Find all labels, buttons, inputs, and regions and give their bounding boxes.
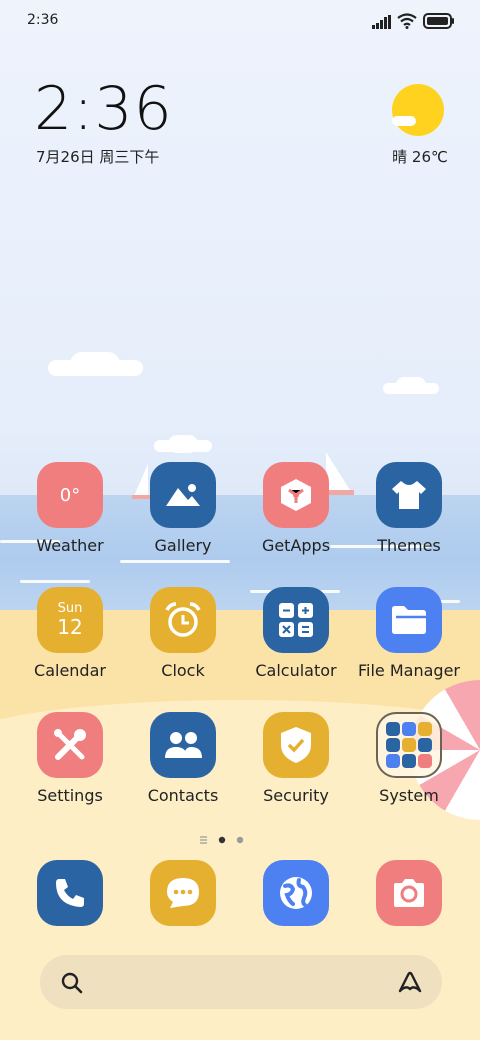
- cloud-icon: [392, 116, 416, 126]
- weather-text: 晴 26℃: [392, 148, 448, 166]
- app-label: Clock: [161, 661, 205, 680]
- folder-icon: [376, 587, 442, 653]
- status-bar: 2:36: [0, 0, 480, 42]
- browser-icon: [263, 860, 329, 926]
- search-bar[interactable]: [40, 955, 442, 1009]
- app-label: File Manager: [358, 661, 460, 680]
- wifi-icon: [397, 13, 417, 29]
- app-label: GetApps: [261, 536, 331, 555]
- calculator-icon: [263, 587, 329, 653]
- calendar-day: Sun: [57, 601, 83, 616]
- app-file-manager[interactable]: File Manager: [354, 587, 464, 680]
- app-calendar[interactable]: Sun 12 Calendar: [15, 587, 125, 680]
- app-settings[interactable]: Settings: [15, 712, 125, 805]
- themes-icon: [376, 462, 442, 528]
- app-label: Gallery: [154, 536, 212, 555]
- gallery-icon: [150, 462, 216, 528]
- app-weather[interactable]: 0° Weather: [15, 462, 125, 555]
- weather-icon-temp: 0°: [59, 484, 81, 506]
- app-label: System: [379, 786, 439, 805]
- folder-system[interactable]: System: [354, 712, 464, 805]
- home-screen: 2:36 2:36 7月26日 周三下午 晴 26℃ 0° Weather Ga…: [0, 0, 480, 1040]
- app-label: Contacts: [147, 786, 219, 805]
- clock-widget-date: 7月26日 周三下午: [36, 148, 160, 166]
- app-getapps[interactable]: GetApps: [241, 462, 351, 555]
- calendar-icon: Sun 12: [37, 587, 103, 653]
- app-label: Calculator: [255, 661, 337, 680]
- dock-camera[interactable]: [354, 860, 464, 926]
- app-label: Calendar: [34, 661, 106, 680]
- app-label: Security: [263, 786, 329, 805]
- clock-widget-time[interactable]: 2:36: [34, 74, 173, 144]
- status-time: 2:36: [27, 12, 59, 28]
- page-indicator[interactable]: [198, 830, 258, 844]
- weather-icon: 0°: [37, 462, 103, 528]
- alarm-clock-icon: [150, 587, 216, 653]
- app-label: Themes: [377, 536, 441, 555]
- app-clock[interactable]: Clock: [128, 587, 238, 680]
- app-label: Weather: [36, 536, 104, 555]
- getapps-icon: [263, 462, 329, 528]
- system-folder-icon: [376, 712, 442, 778]
- app-security[interactable]: Security: [241, 712, 351, 805]
- camera-icon: [376, 860, 442, 926]
- battery-icon: [423, 13, 454, 29]
- app-calculator[interactable]: Calculator: [241, 587, 351, 680]
- dock-phone[interactable]: [15, 860, 125, 926]
- app-label: Settings: [37, 786, 103, 805]
- messages-icon: [150, 860, 216, 926]
- search-icon: [61, 972, 83, 994]
- dock-messages[interactable]: [128, 860, 238, 926]
- signal-icon: [372, 15, 391, 29]
- shield-icon: [263, 712, 329, 778]
- sun-icon: [392, 84, 444, 136]
- app-themes[interactable]: Themes: [354, 462, 464, 555]
- assistant-icon[interactable]: [396, 969, 424, 995]
- contacts-icon: [150, 712, 216, 778]
- dock-browser[interactable]: [241, 860, 351, 926]
- app-gallery[interactable]: Gallery: [128, 462, 238, 555]
- app-contacts[interactable]: Contacts: [128, 712, 238, 805]
- phone-icon: [37, 860, 103, 926]
- tools-icon: [37, 712, 103, 778]
- calendar-date: 12: [57, 615, 83, 639]
